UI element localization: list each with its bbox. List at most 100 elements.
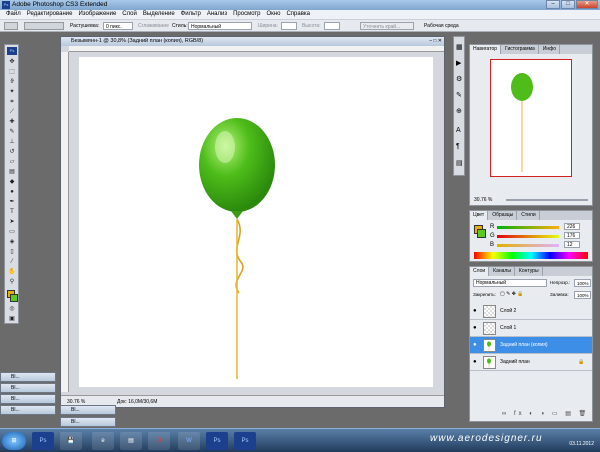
save-taskbar-icon[interactable]: 💾 [60, 432, 82, 450]
clone-source-icon[interactable]: ⊕ [456, 107, 462, 115]
layer-comps-icon[interactable]: ▤ [456, 159, 463, 167]
magic-wand-icon[interactable]: ✦ [7, 88, 17, 96]
menu-filter[interactable]: Фильтр [181, 11, 201, 19]
blur-tool-icon[interactable]: ◆ [7, 178, 17, 186]
antialias-checkbox[interactable]: Сглаживание [138, 22, 169, 30]
menu-window[interactable]: Окно [267, 11, 281, 19]
eyedropper-tool-icon[interactable]: ⁄ [7, 258, 17, 266]
character-panel-icon[interactable]: A [456, 127, 461, 134]
path-selection-icon[interactable]: ➤ [7, 218, 17, 226]
document-window-controls[interactable]: – □ ✕ [424, 38, 442, 45]
layer-row[interactable]: ● Задний план 🔒 [470, 354, 592, 371]
menu-help[interactable]: Справка [286, 11, 310, 19]
quick-mask-icon[interactable]: ◎ [7, 305, 17, 313]
brush-tool-icon[interactable]: ✎ [7, 128, 17, 136]
navigator-zoom-slider[interactable] [506, 199, 588, 201]
blend-mode-select[interactable]: Нормальный [473, 279, 547, 287]
tab-histogram[interactable]: Гистограмма [502, 45, 539, 54]
width-input[interactable] [281, 22, 297, 30]
visibility-eye-icon[interactable]: ● [473, 308, 479, 314]
layer-row[interactable]: ● Слой 1 [470, 320, 592, 337]
minimized-document[interactable]: Bl... [0, 383, 56, 393]
history-brush-icon[interactable]: ↺ [7, 148, 17, 156]
color-spectrum-bar[interactable] [474, 252, 588, 259]
minimize-button[interactable]: – [546, 0, 560, 9]
opera-taskbar-icon[interactable]: O [148, 432, 170, 450]
paragraph-panel-icon[interactable]: ¶ [456, 143, 460, 150]
height-input[interactable] [324, 22, 340, 30]
style-select[interactable]: Нормальный [188, 22, 252, 30]
minimized-document[interactable]: Bl... [60, 417, 116, 427]
pen-tool-icon[interactable]: ✒ [7, 198, 17, 206]
tab-channels[interactable]: Каналы [490, 267, 515, 276]
tab-paths[interactable]: Контуры [515, 267, 543, 276]
clone-stamp-icon[interactable]: ⊥ [7, 138, 17, 146]
selection-mode-icons[interactable] [24, 22, 64, 30]
dodge-tool-icon[interactable]: ● [7, 188, 17, 196]
menu-layer[interactable]: Слой [122, 11, 137, 19]
feather-input[interactable]: 0 пикс. [103, 22, 133, 30]
tab-layers[interactable]: Слои [470, 267, 490, 276]
channel-b-slider[interactable] [497, 244, 559, 247]
menu-image[interactable]: Изображение [78, 11, 116, 19]
start-button[interactable]: ⊞ [2, 432, 26, 450]
layer-row-selected[interactable]: ● Задний план (копия) [470, 337, 592, 354]
photoshop-taskbar-icon-3[interactable]: Ps [234, 432, 256, 450]
menu-select[interactable]: Выделение [143, 11, 175, 19]
channel-g-slider[interactable] [497, 235, 559, 238]
layers-panel-footer-buttons[interactable]: ∞ fx ◐ ◑ ▭ ▤ 🗑 [502, 410, 590, 420]
tab-color[interactable]: Цвет [470, 211, 489, 220]
healing-brush-icon[interactable]: ✚ [7, 118, 17, 126]
photoshop-taskbar-icon-2[interactable]: Ps [206, 432, 228, 450]
channel-r-slider[interactable] [497, 226, 559, 229]
gradient-tool-icon[interactable]: ▤ [7, 168, 17, 176]
maximize-button[interactable]: □ [561, 0, 575, 9]
tab-swatches[interactable]: Образцы [489, 211, 518, 220]
crop-tool-icon[interactable]: ⌗ [7, 98, 17, 106]
eraser-tool-icon[interactable]: ▱ [7, 158, 17, 166]
menu-view[interactable]: Просмотр [233, 11, 260, 19]
fill-input[interactable]: 100% [574, 291, 591, 299]
background-color-swatch[interactable] [10, 294, 18, 302]
type-tool-icon[interactable]: T [7, 208, 17, 216]
workspace-menu[interactable]: Рабочая среда [424, 22, 459, 30]
refine-edge-button[interactable]: Уточнить край... [360, 22, 414, 30]
actions-panel-icon[interactable]: ▶ [456, 59, 461, 67]
color-background-swatch[interactable] [477, 229, 486, 238]
move-tool-icon[interactable]: ✥ [7, 58, 17, 66]
navigator-zoom[interactable]: 30.76 % [474, 197, 492, 203]
lasso-tool-icon[interactable]: ϑ [7, 78, 17, 86]
ie-taskbar-icon[interactable]: e [92, 432, 114, 450]
hand-tool-icon[interactable]: ✋ [7, 268, 17, 276]
zoom-tool-icon[interactable]: ⚲ [7, 278, 17, 286]
channel-b-value[interactable]: 12 [564, 241, 580, 248]
shape-tool-icon[interactable]: ▭ [7, 228, 17, 236]
tool-presets-icon[interactable]: ✎ [456, 91, 462, 99]
minimized-document[interactable]: Bl... [60, 405, 116, 415]
menu-analysis[interactable]: Анализ [207, 11, 227, 19]
slice-tool-icon[interactable]: ⟋ [7, 108, 17, 116]
canvas[interactable] [79, 57, 433, 387]
opacity-input[interactable]: 100% [574, 279, 591, 287]
3d-tool-icon[interactable]: ◈ [7, 238, 17, 246]
channel-g-value[interactable]: 176 [564, 232, 580, 239]
tab-info[interactable]: Инфо [539, 45, 561, 54]
layer-row[interactable]: ● Слой 2 [470, 303, 592, 320]
menu-edit[interactable]: Редактирование [27, 11, 73, 19]
minimized-document[interactable]: Bl... [0, 394, 56, 404]
visibility-eye-icon[interactable]: ● [473, 359, 479, 365]
navigator-preview[interactable] [490, 59, 572, 177]
history-panel-icon[interactable]: ▦ [456, 43, 463, 51]
visibility-eye-icon[interactable]: ● [473, 342, 479, 348]
tab-navigator[interactable]: Навигатор [470, 45, 502, 54]
close-button[interactable]: ✕ [576, 0, 598, 9]
channel-r-value[interactable]: 226 [564, 223, 580, 230]
photoshop-taskbar-icon[interactable]: Ps [32, 432, 54, 450]
brushes-panel-icon[interactable]: ⚙ [456, 75, 462, 83]
word-taskbar-icon[interactable]: W [178, 432, 200, 450]
marquee-tool-icon[interactable] [4, 22, 18, 30]
document-taskbar-icon[interactable]: ▤ [120, 432, 142, 450]
lock-icons[interactable]: ▢ ✎ ✥ 🔒 [500, 291, 524, 297]
minimized-document[interactable]: Bl... [0, 372, 56, 382]
visibility-eye-icon[interactable]: ● [473, 325, 479, 331]
